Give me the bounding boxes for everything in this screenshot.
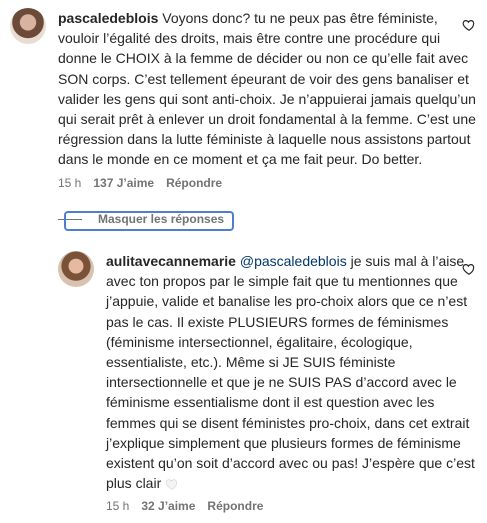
avatar[interactable] bbox=[58, 251, 94, 287]
comment-content: je suis mal à l’aise avec ton propos par… bbox=[106, 253, 475, 492]
likes-count[interactable]: 137 J’aime bbox=[93, 176, 154, 190]
comment-pascaledeblois: pascaledeblois Voyons donc? tu ne peux p… bbox=[10, 8, 480, 190]
focus-outline bbox=[64, 211, 234, 231]
reply-button[interactable]: Répondre bbox=[207, 499, 263, 513]
timestamp[interactable]: 15 h bbox=[58, 176, 81, 190]
avatar[interactable] bbox=[10, 8, 46, 44]
heart-icon[interactable] bbox=[462, 262, 476, 276]
likes-count[interactable]: 32 J’aime bbox=[141, 499, 195, 513]
comment-text: pascaledeblois Voyons donc? tu ne peux p… bbox=[58, 8, 480, 170]
comment-body: pascaledeblois Voyons donc? tu ne peux p… bbox=[58, 8, 480, 190]
comment-body: aulitavecannemarie @pascaledeblois je su… bbox=[106, 251, 483, 513]
reply-button[interactable]: Répondre bbox=[166, 176, 222, 190]
white-heart-emoji-icon bbox=[165, 475, 179, 490]
heart-icon[interactable] bbox=[462, 18, 476, 32]
comment-aulitavecannemarie: aulitavecannemarie @pascaledeblois je su… bbox=[58, 251, 483, 513]
comment-meta: 15 h 32 J’aime Répondre bbox=[106, 499, 483, 513]
comment-content: Voyons donc? tu ne peux pas être féminis… bbox=[58, 10, 476, 168]
username[interactable]: pascaledeblois bbox=[58, 10, 158, 26]
comment-meta: 15 h 137 J’aime Répondre bbox=[58, 176, 480, 190]
username[interactable]: aulitavecannemarie bbox=[106, 253, 236, 269]
timestamp[interactable]: 15 h bbox=[106, 499, 129, 513]
mention-link[interactable]: @pascaledeblois bbox=[240, 253, 347, 269]
comment-text: aulitavecannemarie @pascaledeblois je su… bbox=[106, 251, 483, 493]
